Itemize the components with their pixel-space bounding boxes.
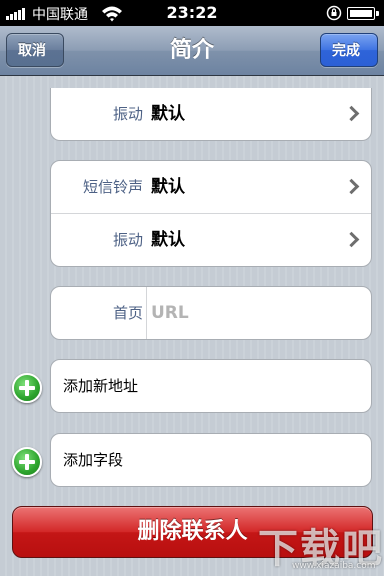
vibration-label: 振动 <box>112 105 143 123</box>
status-bar: 中国联通 23:22 <box>0 0 384 26</box>
sms-tone-label: 短信铃声 <box>82 178 143 196</box>
sms-tone-row[interactable]: 短信铃声 默认 <box>51 161 371 213</box>
add-field-row[interactable]: 添加字段 <box>51 434 371 486</box>
row-divider <box>146 287 147 339</box>
sms-tone-value: 默认 <box>151 177 185 197</box>
homepage-url-input[interactable] <box>151 287 351 339</box>
homepage-label: 首页 <box>112 304 143 322</box>
sms-vibration-value: 默认 <box>151 230 185 250</box>
chevron-right-icon <box>343 105 360 122</box>
watermark-url: www.xiazaiba.com <box>292 561 376 571</box>
done-button[interactable]: 完成 <box>320 33 378 67</box>
add-address-row[interactable]: 添加新地址 <box>51 360 371 412</box>
vibration-row[interactable]: 振动 默认 <box>51 88 371 140</box>
ringtone-vibration-group: 振动 默认 <box>50 88 372 141</box>
add-field-plus-icon[interactable] <box>12 447 42 477</box>
rotation-lock-icon <box>326 5 342 21</box>
sms-vibration-row[interactable]: 振动 默认 <box>51 213 371 266</box>
add-field-label: 添加字段 <box>63 451 124 469</box>
chevron-right-icon <box>343 231 360 248</box>
chevron-right-icon <box>343 178 360 195</box>
navigation-bar: 简介 取消 完成 <box>0 26 384 76</box>
sms-tone-group: 短信铃声 默认 振动 默认 <box>50 160 372 267</box>
add-address-group: 添加新地址 <box>50 359 372 413</box>
sms-vibration-label: 振动 <box>112 231 143 249</box>
vibration-value: 默认 <box>151 104 185 124</box>
add-field-group: 添加字段 <box>50 433 372 487</box>
add-address-label: 添加新地址 <box>63 377 139 395</box>
homepage-row: 首页 <box>51 287 371 339</box>
homepage-group: 首页 <box>50 286 372 340</box>
add-address-plus-icon[interactable] <box>12 373 42 403</box>
cancel-button[interactable]: 取消 <box>6 33 64 67</box>
battery-icon <box>347 7 379 20</box>
